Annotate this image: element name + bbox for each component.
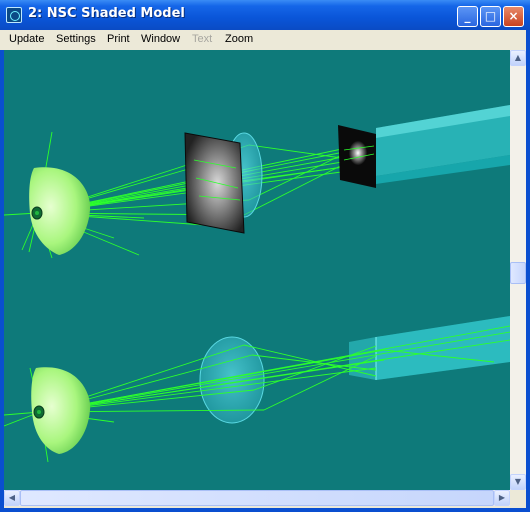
menu-text: Text xyxy=(192,33,213,45)
scroll-up-button[interactable]: ▲ xyxy=(510,50,526,66)
title-bar[interactable]: 2: NSC Shaded Model _ □ × xyxy=(0,0,530,30)
window-title: 2: NSC Shaded Model xyxy=(28,6,185,21)
top-model xyxy=(4,105,510,259)
bottom-model xyxy=(4,316,510,463)
scrollbar-corner xyxy=(510,490,526,506)
light-source-icon xyxy=(29,167,91,255)
scene-svg xyxy=(4,105,510,463)
menu-zoom[interactable]: Zoom xyxy=(225,33,253,45)
menu-print[interactable]: Print xyxy=(107,33,130,45)
app-icon[interactable] xyxy=(6,7,22,23)
vertical-scroll-thumb[interactable] xyxy=(510,262,526,284)
light-source-icon xyxy=(31,367,91,454)
menu-bar: Update Settings Print Window Text Zoom xyxy=(0,30,522,50)
scroll-right-button[interactable]: ▶ xyxy=(494,490,510,506)
beam-icon xyxy=(376,105,510,184)
menu-update[interactable]: Update xyxy=(9,33,44,45)
vertical-scrollbar[interactable]: ▲ ▼ xyxy=(510,50,526,490)
menu-window[interactable]: Window xyxy=(141,33,180,45)
scroll-left-button[interactable]: ◀ xyxy=(4,490,20,506)
scroll-down-button[interactable]: ▼ xyxy=(510,474,526,490)
detector-icon xyxy=(338,125,376,188)
detector-icon xyxy=(184,132,245,234)
minimize-button[interactable]: _ xyxy=(457,6,478,27)
beam-icon xyxy=(349,316,510,380)
horizontal-scroll-thumb[interactable] xyxy=(20,490,494,506)
maximize-button[interactable]: □ xyxy=(480,6,501,27)
close-button[interactable]: × xyxy=(503,6,524,27)
shaded-model-viewport[interactable] xyxy=(4,50,510,490)
horizontal-scrollbar[interactable]: ◀ ▶ xyxy=(4,490,510,506)
menu-settings[interactable]: Settings xyxy=(56,33,96,45)
